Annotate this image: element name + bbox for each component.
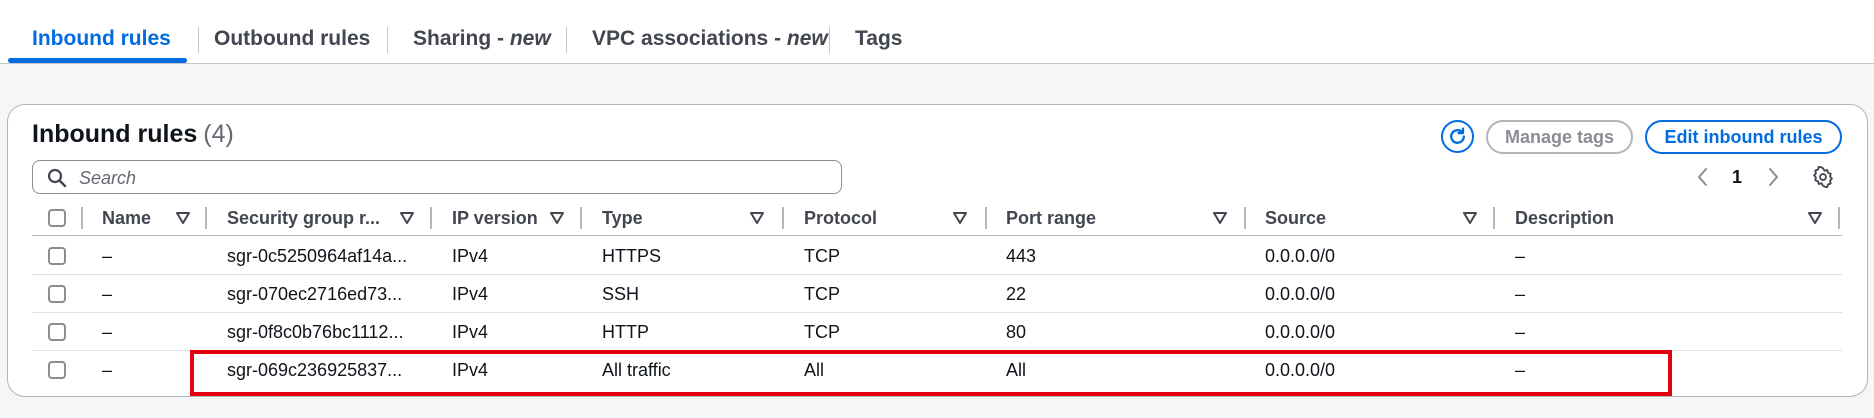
- column-divider: [1838, 207, 1840, 229]
- column-header-description[interactable]: Description: [1515, 201, 1614, 235]
- cell-source: 0.0.0.0/0: [1265, 246, 1336, 266]
- cell-port-range: 80: [1006, 322, 1027, 342]
- table-row[interactable]: – sgr-069c236925837... IPv4 All traffic …: [32, 351, 1842, 389]
- column-header-protocol[interactable]: Protocol: [804, 201, 877, 235]
- active-tab-indicator: [8, 58, 187, 63]
- column-header-type[interactable]: Type: [602, 201, 643, 235]
- sort-icon[interactable]: [750, 212, 764, 224]
- cell-description: –: [1515, 246, 1526, 266]
- cell-protocol: TCP: [804, 284, 840, 304]
- table-header: Name Security group r... IP version Type…: [32, 201, 1842, 236]
- sort-icon[interactable]: [1808, 212, 1822, 224]
- cell-name: –: [102, 322, 113, 342]
- cell-source: 0.0.0.0/0: [1265, 322, 1336, 342]
- cell-protocol: All: [804, 360, 825, 380]
- cell-type: HTTP: [602, 322, 649, 342]
- refresh-button[interactable]: [1441, 120, 1474, 153]
- tab-inbound-rules[interactable]: Inbound rules: [32, 24, 171, 54]
- panel-title-text: Inbound rules: [32, 120, 198, 148]
- tab-divider: [566, 27, 567, 53]
- column-header-security-group-rule[interactable]: Security group r...: [227, 201, 380, 235]
- search-box: [32, 160, 842, 195]
- sort-icon[interactable]: [550, 212, 564, 224]
- sort-icon[interactable]: [176, 212, 190, 224]
- tab-sharing[interactable]: Sharing - new: [413, 24, 551, 54]
- cell-ip-version: IPv4: [452, 322, 489, 342]
- column-divider: [430, 207, 432, 229]
- cell-protocol: TCP: [804, 322, 840, 342]
- cell-description: –: [1515, 360, 1526, 380]
- current-page-number[interactable]: 1: [1732, 167, 1742, 188]
- sort-icon[interactable]: [1213, 212, 1227, 224]
- cell-description: –: [1515, 284, 1526, 304]
- column-header-name[interactable]: Name: [102, 201, 151, 235]
- refresh-icon: [1450, 127, 1465, 144]
- column-divider: [205, 207, 207, 229]
- cell-ip-version: IPv4: [452, 284, 489, 304]
- column-header-port-range[interactable]: Port range: [1006, 201, 1096, 235]
- tab-divider: [829, 27, 830, 53]
- tab-tags[interactable]: Tags: [855, 24, 902, 54]
- row-checkbox[interactable]: [48, 285, 66, 303]
- column-header-ip-version[interactable]: IP version: [452, 201, 538, 235]
- gear-icon[interactable]: [1812, 166, 1834, 188]
- cell-name: –: [102, 284, 113, 304]
- edit-inbound-rules-button[interactable]: Edit inbound rules: [1645, 120, 1842, 154]
- tab-divider: [387, 27, 388, 53]
- search-input[interactable]: [77, 161, 831, 195]
- table-row[interactable]: – sgr-0c5250964af14a... IPv4 HTTPS TCP 4…: [32, 237, 1842, 275]
- select-all-checkbox[interactable]: [48, 209, 66, 227]
- search-icon: [47, 168, 67, 188]
- column-divider: [81, 207, 83, 229]
- row-checkbox[interactable]: [48, 323, 66, 341]
- cell-security-group-rule-id[interactable]: sgr-0f8c0b76bc1112...: [227, 313, 403, 351]
- cell-type: HTTPS: [602, 246, 662, 266]
- tab-vpc-associations[interactable]: VPC associations - new: [592, 24, 828, 54]
- sort-icon[interactable]: [953, 212, 967, 224]
- cell-type: All traffic: [602, 360, 671, 380]
- cell-description: –: [1515, 322, 1526, 342]
- cell-protocol: TCP: [804, 246, 840, 266]
- cell-port-range: 443: [1006, 246, 1037, 266]
- next-page-icon[interactable]: [1766, 166, 1780, 188]
- cell-ip-version: IPv4: [452, 360, 489, 380]
- cell-security-group-rule-id[interactable]: sgr-070ec2716ed73...: [227, 275, 402, 313]
- column-divider: [782, 207, 784, 229]
- previous-page-icon[interactable]: [1696, 166, 1710, 188]
- cell-type: SSH: [602, 284, 640, 304]
- cell-security-group-rule-id[interactable]: sgr-069c236925837...: [227, 351, 402, 389]
- column-divider: [1493, 207, 1495, 229]
- tab-divider: [198, 27, 199, 53]
- table-row[interactable]: – sgr-070ec2716ed73... IPv4 SSH TCP 22 0…: [32, 275, 1842, 313]
- cell-ip-version: IPv4: [452, 246, 489, 266]
- rule-count: (4): [203, 120, 234, 148]
- cell-source: 0.0.0.0/0: [1265, 360, 1336, 380]
- table-row[interactable]: – sgr-0f8c0b76bc1112... IPv4 HTTP TCP 80…: [32, 313, 1842, 351]
- cell-port-range: All: [1006, 360, 1027, 380]
- sort-icon[interactable]: [400, 212, 414, 224]
- cell-name: –: [102, 246, 113, 266]
- column-divider: [985, 207, 987, 229]
- cell-name: –: [102, 360, 113, 380]
- column-divider: [580, 207, 582, 229]
- row-checkbox[interactable]: [48, 361, 66, 379]
- column-header-source[interactable]: Source: [1265, 201, 1326, 235]
- sort-icon[interactable]: [1463, 212, 1477, 224]
- cell-source: 0.0.0.0/0: [1265, 284, 1336, 304]
- row-checkbox[interactable]: [48, 247, 66, 265]
- tab-bar: Inbound rules Outbound rules Sharing - n…: [0, 0, 1874, 64]
- cell-security-group-rule-id[interactable]: sgr-0c5250964af14a...: [227, 237, 407, 275]
- panel-title: Inbound rules (4): [32, 120, 234, 149]
- tab-outbound-rules[interactable]: Outbound rules: [214, 24, 370, 54]
- cell-port-range: 22: [1006, 284, 1027, 304]
- manage-tags-button[interactable]: Manage tags: [1486, 120, 1633, 154]
- column-divider: [1244, 207, 1246, 229]
